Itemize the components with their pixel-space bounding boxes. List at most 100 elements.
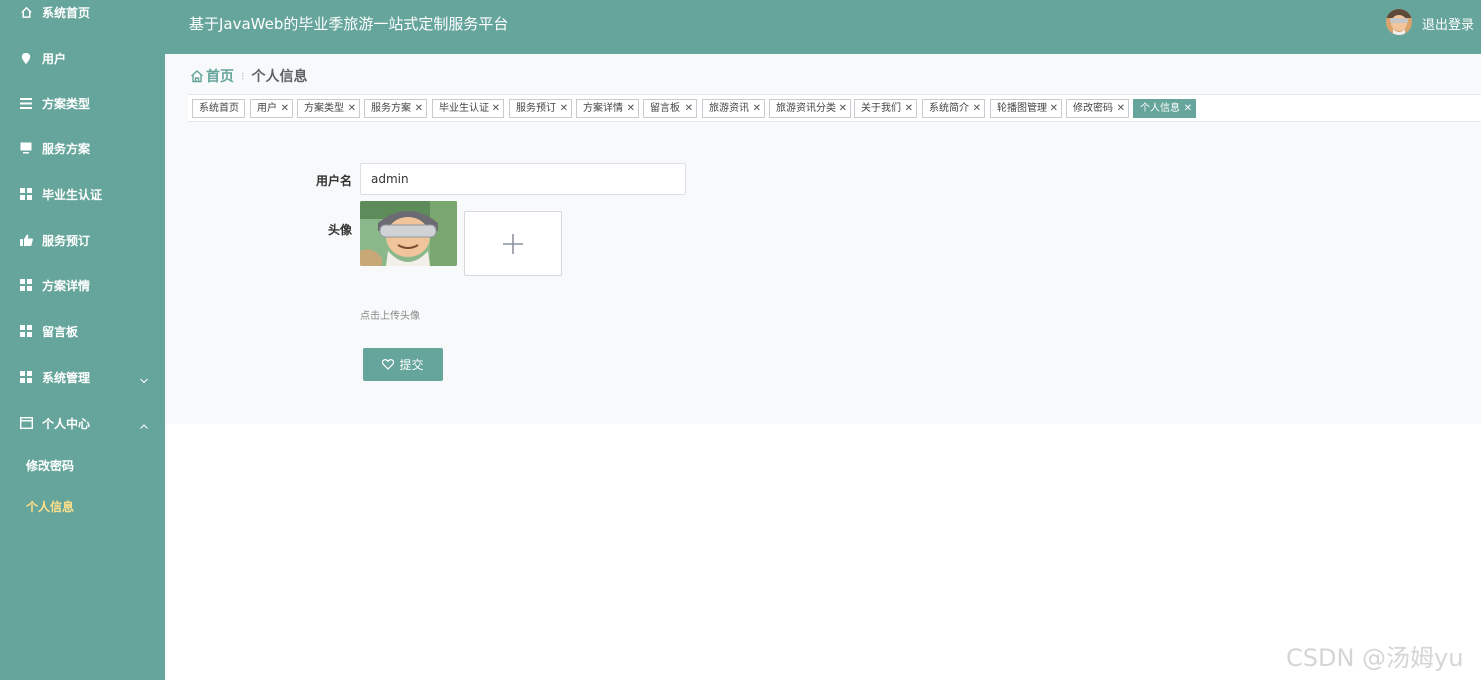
close-icon[interactable]: ✕	[1050, 100, 1058, 117]
tab-label: 服务方案	[371, 103, 411, 114]
tab-travel-news[interactable]: 旅游资讯 ✕	[702, 99, 765, 118]
tab-label: 系统简介	[929, 103, 969, 114]
tab-label: 方案详情	[583, 103, 623, 114]
tab-label: 方案类型	[304, 103, 344, 114]
sidebar-item-plan-detail[interactable]: 方案详情	[0, 271, 165, 299]
close-icon[interactable]: ✕	[1117, 100, 1125, 117]
close-icon[interactable]: ✕	[1184, 100, 1192, 117]
plus-icon	[503, 233, 523, 254]
tab-message-board[interactable]: 留言板 ✕	[643, 99, 697, 118]
thumbs-up-icon	[19, 233, 33, 247]
sidebar-item-label: 方案类型	[42, 96, 91, 111]
close-icon[interactable]: ✕	[560, 100, 568, 117]
sidebar-item-personal-center[interactable]: 个人中心	[0, 409, 165, 437]
home-icon	[191, 70, 203, 83]
sidebar-item-label: 毕业生认证	[42, 187, 103, 202]
tab-change-password[interactable]: 修改密码 ✕	[1066, 99, 1129, 118]
pin-icon	[19, 51, 33, 65]
close-icon[interactable]: ✕	[839, 100, 847, 117]
sidebar-item-label: 方案详情	[42, 278, 91, 293]
sidebar-item-user[interactable]: 用户	[0, 44, 165, 72]
sidebar-item-system-management[interactable]: 系统管理	[0, 363, 165, 391]
sidebar-item-label: 用户	[42, 51, 67, 66]
heart-icon	[382, 359, 395, 370]
top-header: 基于JavaWeb的毕业季旅游一站式定制服务平台 退出登录	[165, 0, 1481, 54]
logout-link[interactable]: 退出登录	[1422, 14, 1474, 33]
tab-label: 轮播图管理	[997, 103, 1047, 114]
close-icon[interactable]: ✕	[348, 100, 356, 117]
close-icon[interactable]: ✕	[753, 100, 761, 117]
breadcrumb-home-label: 首页	[206, 69, 234, 85]
breadcrumb-home[interactable]: 首页	[190, 66, 234, 86]
upload-hint: 点击上传头像	[360, 311, 420, 322]
close-icon[interactable]: ✕	[905, 100, 913, 117]
home-icon	[19, 5, 33, 19]
app-title: 基于JavaWeb的毕业季旅游一站式定制服务平台	[189, 15, 509, 33]
sidebar-item-service-plan[interactable]: 服务方案	[0, 134, 165, 162]
grid-icon	[19, 278, 33, 292]
close-icon[interactable]: ✕	[281, 100, 289, 117]
close-icon[interactable]: ✕	[492, 100, 500, 117]
monitor-icon	[19, 141, 33, 155]
sidebar-item-label: 系统首页	[42, 5, 91, 20]
sidebar-item-graduate-cert[interactable]: 毕业生认证	[0, 180, 165, 208]
tab-label: 旅游资讯	[709, 103, 749, 114]
sidebar-item-service-booking[interactable]: 服务预订	[0, 226, 165, 254]
grid-icon	[19, 370, 33, 384]
close-icon[interactable]: ✕	[685, 100, 693, 117]
close-icon[interactable]: ✕	[627, 100, 635, 117]
tab-service-booking[interactable]: 服务预订 ✕	[509, 99, 572, 118]
tab-plan-type[interactable]: 方案类型 ✕	[297, 99, 360, 118]
sidebar-item-label: 个人中心	[42, 416, 91, 431]
tabs-bar: 系统首页 用户 ✕ 方案类型 ✕ 服务方案 ✕ 毕业生认证 ✕ 服务预订 ✕ 方案详情 ✕ …	[188, 94, 1481, 122]
tab-label: 关于我们	[861, 103, 901, 114]
username-input[interactable]	[360, 163, 686, 195]
sidebar-subitem-personal-info[interactable]: 个人信息	[26, 498, 74, 515]
tab-label: 系统首页	[199, 103, 239, 114]
breadcrumb-current: 个人信息	[251, 69, 308, 85]
close-icon[interactable]: ✕	[415, 100, 423, 117]
chevron-up-icon	[139, 417, 149, 429]
avatar-upload-button[interactable]	[464, 211, 562, 276]
sidebar-subitem-change-password[interactable]: 修改密码	[26, 457, 74, 474]
sidebar-item-label: 系统管理	[42, 370, 91, 385]
breadcrumb-separator-icon: ⁝	[241, 69, 245, 83]
avatar-preview	[360, 201, 457, 266]
user-avatar[interactable]	[1386, 9, 1412, 35]
tab-personal-info[interactable]: 个人信息 ✕	[1133, 99, 1196, 118]
tab-label: 个人信息	[1140, 103, 1180, 114]
sidebar-item-home[interactable]: 系统首页	[0, 0, 165, 26]
window-icon	[19, 416, 33, 430]
tab-system-intro[interactable]: 系统简介 ✕	[922, 99, 985, 118]
submit-label: 提交	[399, 358, 424, 372]
submit-button[interactable]: 提交	[363, 348, 443, 381]
sidebar-item-plan-type[interactable]: 方案类型	[0, 89, 165, 117]
avatar-label: 头像	[327, 223, 352, 237]
grid-icon	[19, 187, 33, 201]
tab-label: 留言板	[650, 103, 680, 114]
breadcrumb: 首页 ⁝ 个人信息	[190, 66, 308, 86]
list-icon	[19, 96, 33, 110]
sidebar-item-message-board[interactable]: 留言板	[0, 317, 165, 345]
username-label: 用户名	[315, 174, 352, 188]
sidebar-item-label: 服务预订	[42, 233, 91, 248]
tab-graduate-cert[interactable]: 毕业生认证 ✕	[432, 99, 504, 118]
tab-system-home[interactable]: 系统首页	[192, 99, 245, 118]
tab-service-plan[interactable]: 服务方案 ✕	[364, 99, 427, 118]
close-icon[interactable]: ✕	[973, 100, 981, 117]
sidebar-item-label: 服务方案	[42, 141, 91, 156]
main-content: 首页 ⁝ 个人信息 系统首页 用户 ✕ 方案类型 ✕ 服务方案 ✕ 毕业生认证 ✕ 服务…	[165, 54, 1481, 424]
tab-user[interactable]: 用户 ✕	[250, 99, 293, 118]
tab-about-us[interactable]: 关于我们 ✕	[854, 99, 917, 118]
tab-travel-news-category[interactable]: 旅游资讯分类 ✕	[769, 99, 851, 118]
tab-label: 旅游资讯分类	[776, 103, 836, 114]
sidebar: 系统首页 用户 方案类型 服务方案 毕业生认证 服务预订 方案详情 留言板 系统…	[0, 0, 165, 680]
tab-plan-detail[interactable]: 方案详情 ✕	[576, 99, 639, 118]
tab-label: 毕业生认证	[439, 103, 489, 114]
tab-label: 修改密码	[1073, 103, 1113, 114]
watermark: CSDN @汤姆yu	[1286, 644, 1464, 672]
chevron-down-icon	[139, 371, 149, 384]
grid-icon	[19, 324, 33, 338]
tab-carousel-management[interactable]: 轮播图管理 ✕	[990, 99, 1062, 118]
tab-label: 服务预订	[516, 103, 556, 114]
